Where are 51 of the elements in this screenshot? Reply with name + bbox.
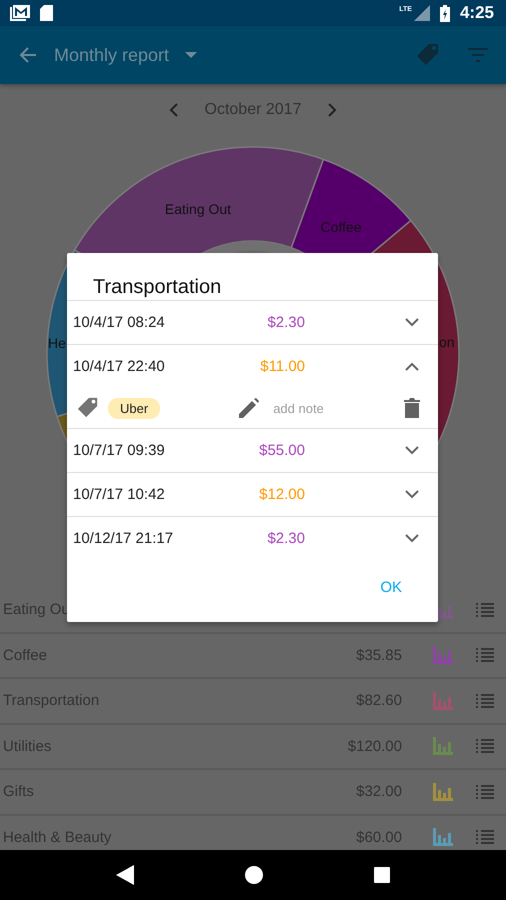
entry-date: 10/4/17 08:24 [73,314,166,331]
sd-card-icon [40,5,54,21]
back-arrow-icon[interactable] [18,45,38,65]
back-icon[interactable] [116,865,134,885]
list-icon[interactable] [476,784,494,799]
entry-amount: $12.00 [258,486,305,503]
slice-label: He [48,335,66,351]
list-icon[interactable] [476,694,494,708]
previous-month-button[interactable] [168,102,179,116]
pencil-icon[interactable] [239,398,260,418]
filter-icon[interactable] [468,47,488,63]
dialog-title: Transportation [92,275,222,300]
entry-date: 10/7/17 09:39 [73,442,166,459]
clock: 4:25 [460,3,494,23]
trash-icon[interactable] [404,398,420,418]
chevron-down-icon [405,446,419,455]
entry-amount: $2.30 [266,530,305,547]
tag-chip[interactable]: Uber [108,398,160,418]
home-icon[interactable] [244,866,263,884]
list-icon[interactable] [476,602,494,617]
slice-label: on [439,334,455,350]
entry-amount: $2.30 [266,314,305,331]
entry-date: 10/7/17 10:42 [73,486,166,503]
screen-title[interactable]: Monthly report [54,44,170,66]
entry-date: 10/12/17 21:17 [73,530,174,547]
expand-toggle[interactable] [405,446,419,455]
dropdown-caret-icon[interactable] [185,52,198,58]
chevron-down-icon [405,534,419,543]
battery-charging-icon [440,4,450,22]
slice-label: Eating Out [164,201,232,217]
expand-toggle[interactable] [405,318,419,327]
entry-amount: $55.00 [258,442,305,459]
next-month-button[interactable] [327,102,338,116]
entry-date: 10/4/17 22:40 [73,358,166,375]
expand-toggle[interactable] [405,490,419,499]
entry-amount: $11.00 [259,358,305,375]
chevron-down-icon [405,318,419,327]
expand-toggle[interactable] [405,362,419,371]
note-field[interactable]: add note [273,400,384,416]
list-icon[interactable] [476,739,494,754]
slice-label: Coffee [320,219,362,235]
list-icon[interactable] [476,830,494,844]
tag-icon[interactable] [77,397,99,419]
ok-button[interactable]: OK [370,575,412,600]
signal-icon [414,5,430,21]
expand-toggle[interactable] [405,534,419,543]
recents-icon[interactable] [374,867,390,883]
list-icon[interactable] [476,648,494,662]
chevron-up-icon [405,362,419,371]
chevron-down-icon [405,490,419,499]
mail-icon [10,5,30,21]
